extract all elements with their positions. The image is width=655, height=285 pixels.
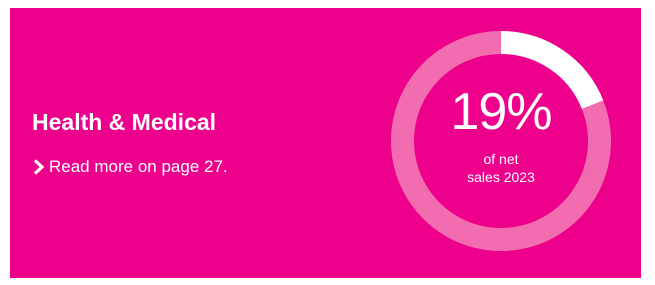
caption-line-1: of net xyxy=(483,151,519,167)
share-percentage: 19% xyxy=(450,83,552,141)
read-more-text: Read more on page 27. xyxy=(49,157,228,176)
chevron-right-icon xyxy=(32,159,46,175)
read-more-link[interactable]: Read more on page 27. xyxy=(32,156,228,178)
caption-line-2: sales 2023 xyxy=(467,169,535,185)
share-caption: of net sales 2023 xyxy=(390,150,612,186)
sector-title: Health & Medical xyxy=(32,109,217,135)
